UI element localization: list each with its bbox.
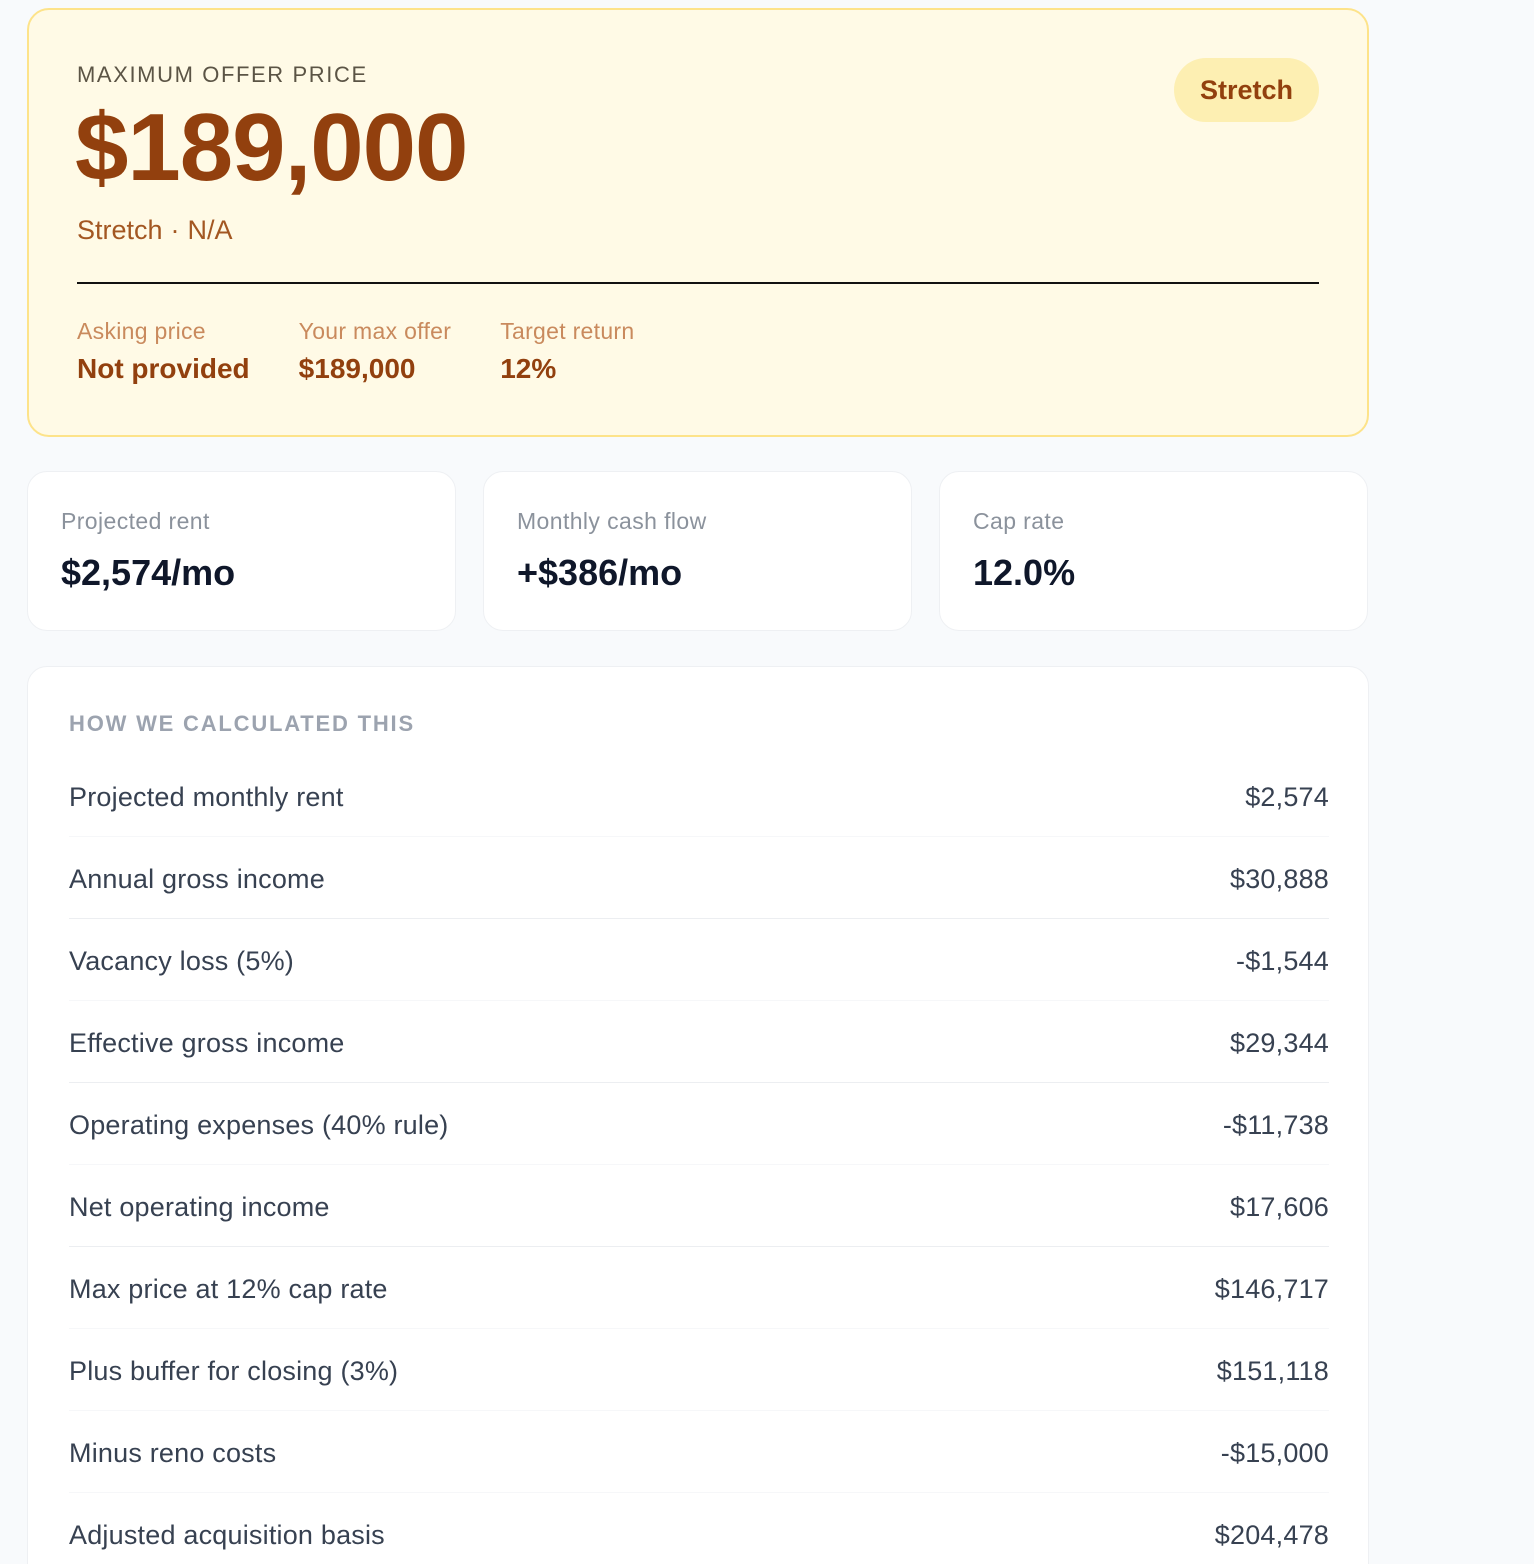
calc-row-value: $204,478 — [1214, 1520, 1329, 1550]
calc-row: Max price at 12% cap rate $146,717 — [69, 1247, 1329, 1329]
calc-row-value: $151,118 — [1216, 1356, 1329, 1386]
stat-target-return: Target return 12% — [500, 318, 634, 385]
metric-value: $2,574/mo — [61, 552, 236, 593]
metric-card-cap-rate: Cap rate 12.0% — [939, 471, 1368, 631]
page: MAXIMUM OFFER PRICE $189,000 Stretch · N/A… — [0, 0, 1534, 1564]
calc-row: Annual gross income $30,888 — [69, 837, 1329, 919]
offer-subline: Stretch · N/A — [77, 215, 233, 246]
stat-value: 12% — [500, 353, 557, 384]
calc-row-label: Net operating income — [69, 1192, 330, 1222]
status-badge: Stretch — [1174, 58, 1319, 122]
calc-row-label: Plus buffer for closing (3%) — [69, 1356, 399, 1386]
calc-row-label: Effective gross income — [69, 1028, 345, 1058]
metric-label: Cap rate — [973, 508, 1065, 534]
calc-row: Adjusted acquisition basis $204,478 — [69, 1493, 1329, 1564]
calc-row-label: Max price at 12% cap rate — [69, 1274, 388, 1304]
stat-max-offer: Your max offer $189,000 — [299, 318, 452, 385]
calc-row-label: Adjusted acquisition basis — [69, 1520, 385, 1550]
calc-row: Net operating income $17,606 — [69, 1165, 1329, 1247]
offer-eyebrow: MAXIMUM OFFER PRICE — [77, 62, 368, 87]
offer-subline-separator: · — [170, 215, 180, 245]
calc-row-label: Annual gross income — [69, 864, 325, 894]
stat-asking-price: Asking price Not provided — [77, 318, 250, 385]
metric-label: Monthly cash flow — [517, 508, 707, 534]
stat-label: Target return — [500, 318, 635, 344]
calc-row: Vacancy loss (5%) -$1,544 — [69, 919, 1329, 1001]
calc-row-label: Vacancy loss (5%) — [69, 946, 294, 976]
calc-row-value: $30,888 — [1230, 864, 1329, 894]
stat-label: Asking price — [77, 318, 206, 344]
calc-row: Operating expenses (40% rule) -$11,738 — [69, 1083, 1329, 1165]
calc-row-value: $17,606 — [1230, 1192, 1329, 1222]
stat-value: Not provided — [77, 353, 250, 384]
offer-detail: N/A — [187, 215, 233, 245]
metric-value: 12.0% — [973, 552, 1076, 593]
stat-value: $189,000 — [298, 353, 416, 384]
metric-card-cash-flow: Monthly cash flow +$386/mo — [483, 471, 912, 631]
divider — [77, 282, 1319, 284]
calc-row-label: Operating expenses (40% rule) — [69, 1110, 449, 1140]
calc-row: Effective gross income $29,344 — [69, 1001, 1329, 1083]
metric-label: Projected rent — [61, 508, 210, 534]
calc-row: Projected monthly rent $2,574 — [69, 755, 1329, 837]
metric-value: +$386/mo — [517, 552, 683, 593]
metric-card-projected-rent: Projected rent $2,574/mo — [27, 471, 456, 631]
calc-row: Plus buffer for closing (3%) $151,118 — [69, 1329, 1329, 1411]
offer-tier: Stretch — [77, 215, 163, 245]
calc-row-label: Projected monthly rent — [69, 782, 344, 812]
offer-stats: Asking price Not provided Your max offer… — [77, 318, 683, 385]
calc-row-label: Minus reno costs — [69, 1438, 277, 1468]
calc-row-value: $146,717 — [1214, 1274, 1329, 1304]
calc-row-value: -$1,544 — [1236, 946, 1329, 976]
calc-row: Minus reno costs -$15,000 — [69, 1411, 1329, 1493]
max-offer-card: MAXIMUM OFFER PRICE $189,000 Stretch · N/A… — [27, 8, 1369, 437]
calc-row-value: -$11,738 — [1222, 1110, 1329, 1140]
calculation-card: HOW WE CALCULATED THIS Projected monthly… — [27, 666, 1369, 1564]
offer-price: $189,000 — [75, 94, 468, 201]
calculation-heading: HOW WE CALCULATED THIS — [69, 711, 415, 736]
calc-row-value: $29,344 — [1230, 1028, 1329, 1058]
calc-row-value: $2,574 — [1245, 782, 1329, 812]
calculation-list: Projected monthly rent $2,574 Annual gro… — [69, 755, 1329, 1564]
calc-row-value: -$15,000 — [1220, 1438, 1329, 1468]
stat-label: Your max offer — [298, 318, 452, 344]
